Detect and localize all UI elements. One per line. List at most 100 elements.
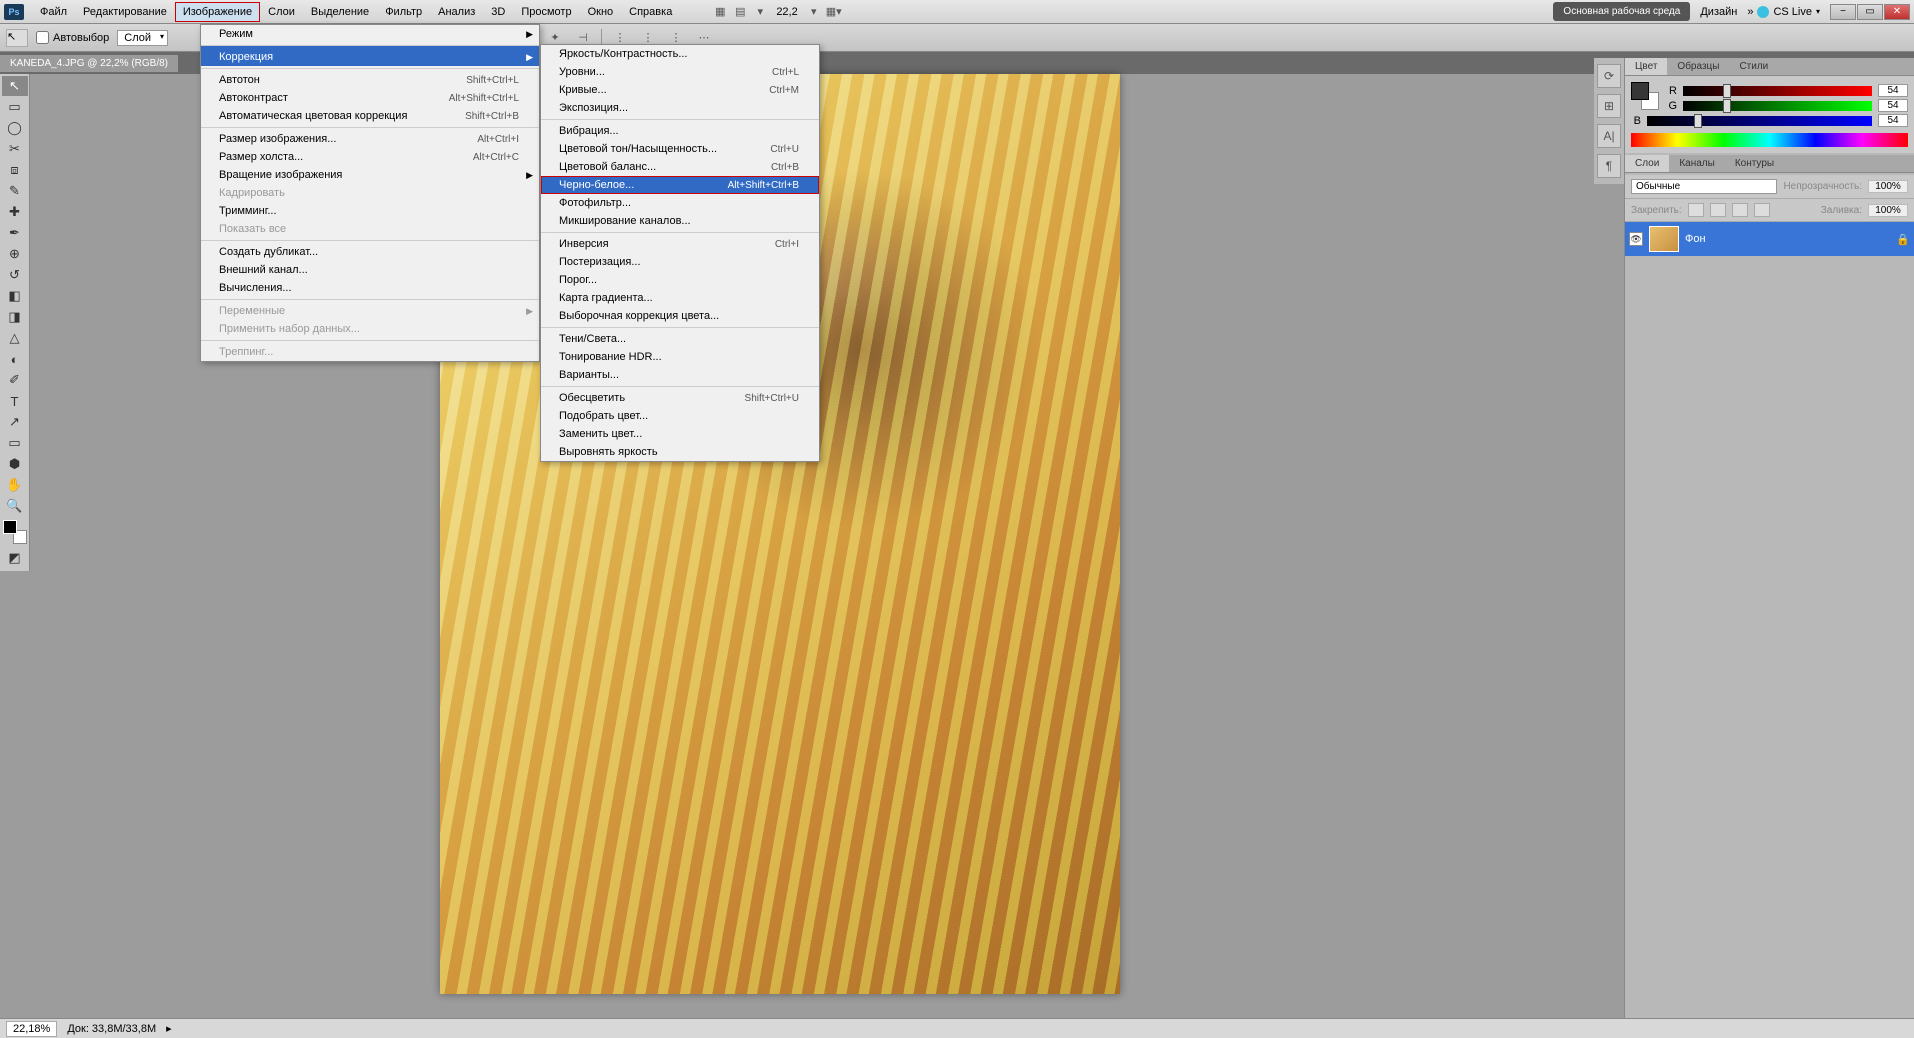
path-tool-icon[interactable]: ↗ [2,412,28,432]
gradient-tool-icon[interactable]: ◨ [2,307,28,327]
menu-item-цветовойбаланс[interactable]: Цветовой баланс...Ctrl+B [541,158,819,176]
menu-view[interactable]: Просмотр [513,2,579,22]
menu-item-коррекция[interactable]: Коррекция▶ [201,45,539,66]
menu-item-размерхолста[interactable]: Размер холста...Alt+Ctrl+C [201,148,539,166]
menu-item-подобратьцвет[interactable]: Подобрать цвет... [541,407,819,425]
menu-layers[interactable]: Слои [260,2,303,22]
menu-filter[interactable]: Фильтр [377,2,430,22]
status-arrow-icon[interactable]: ▸ [166,1022,172,1035]
history-brush-tool-icon[interactable]: ↺ [2,265,28,285]
color-swatch-pair[interactable] [1631,82,1659,110]
menu-item-режим[interactable]: Режим▶ [201,25,539,43]
lock-all-icon[interactable] [1754,203,1770,217]
r-slider[interactable] [1683,86,1872,96]
document-tab[interactable]: KANEDA_4.JPG @ 22,2% (RGB/8) [0,55,178,72]
menu-item-выборочнаякоррекцияцвета[interactable]: Выборочная коррекция цвета... [541,307,819,325]
crop-tool-icon[interactable]: ⧈ [2,160,28,180]
menu-item-картаградиента[interactable]: Карта градиента... [541,289,819,307]
fg-bg-colors[interactable] [3,520,27,544]
fill-value[interactable]: 100% [1868,204,1908,217]
tab-layers[interactable]: Слои [1625,155,1669,172]
pen-tool-icon[interactable]: ✐ [2,370,28,390]
lock-transparency-icon[interactable] [1688,203,1704,217]
autoselect-checkbox[interactable]: Автовыбор [36,31,109,44]
menu-item-чернобелое[interactable]: Черно-белое...Alt+Shift+Ctrl+B [541,176,819,194]
workspace-primary-button[interactable]: Основная рабочая среда [1553,2,1690,21]
menu-image[interactable]: Изображение [175,2,260,22]
menu-file[interactable]: Файл [32,2,75,22]
3d-tool-icon[interactable]: ⬢ [2,454,28,474]
quick-mask-icon[interactable]: ◩ [2,548,28,568]
status-zoom[interactable]: 22,18% [6,1021,57,1037]
move-tool-icon[interactable]: ↖ [2,76,28,96]
menu-analysis[interactable]: Анализ [430,2,483,22]
menu-item-размеризображения[interactable]: Размер изображения...Alt+Ctrl+I [201,127,539,148]
blend-mode-dropdown[interactable]: Обычные [1631,179,1777,194]
menu-item-уровни[interactable]: Уровни...Ctrl+L [541,63,819,81]
menu-item-тонированиеhdr[interactable]: Тонирование HDR... [541,348,819,366]
menu-item-создатьдубликат[interactable]: Создать дубликат... [201,240,539,261]
minimize-button[interactable]: − [1830,4,1856,20]
menu-item-автоконтраст[interactable]: АвтоконтрастAlt+Shift+Ctrl+L [201,89,539,107]
menu-item-выровнятьяркость[interactable]: Выровнять яркость [541,443,819,461]
tab-channels[interactable]: Каналы [1669,155,1725,172]
menu-3d[interactable]: 3D [483,2,513,22]
properties-panel-icon[interactable]: ⊞ [1597,94,1621,118]
close-button[interactable]: ✕ [1884,4,1910,20]
hue-strip[interactable] [1631,133,1908,147]
toolbar-icon[interactable]: ▦ [710,3,730,21]
character-panel-icon[interactable]: A| [1597,124,1621,148]
layer-select-dropdown[interactable]: Слой [117,30,168,46]
menu-window[interactable]: Окно [580,2,622,22]
brush-tool-icon[interactable]: ✒ [2,223,28,243]
history-panel-icon[interactable]: ⟳ [1597,64,1621,88]
menu-item-порог[interactable]: Порог... [541,271,819,289]
menu-item-цветовойтоннасыщенность[interactable]: Цветовой тон/Насыщенность...Ctrl+U [541,140,819,158]
tab-styles[interactable]: Стили [1729,58,1778,75]
menu-item-обесцветить[interactable]: ОбесцветитьShift+Ctrl+U [541,386,819,407]
toolbar-icon[interactable]: ▦▾ [824,3,844,21]
lock-image-icon[interactable] [1710,203,1726,217]
eraser-tool-icon[interactable]: ◧ [2,286,28,306]
lock-position-icon[interactable] [1732,203,1748,217]
workspace-more-icon[interactable]: » [1747,6,1753,18]
cslive-button[interactable]: CS Live▾ [1757,6,1820,18]
menu-item-вращениеизображения[interactable]: Вращение изображения▶ [201,166,539,184]
menu-item-экспозиция[interactable]: Экспозиция... [541,99,819,117]
eyedropper-tool-icon[interactable]: ✎ [2,181,28,201]
menu-item-яркостьконтрастность[interactable]: Яркость/Контрастность... [541,45,819,63]
zoom-tool-icon[interactable]: 🔍 [2,496,28,516]
menu-edit[interactable]: Редактирование [75,2,175,22]
visibility-eye-icon[interactable]: 👁 [1629,232,1643,246]
g-value[interactable]: 54 [1878,99,1908,112]
menu-item-тримминг[interactable]: Тримминг... [201,202,539,220]
menu-item-тенисвета[interactable]: Тени/Света... [541,327,819,348]
shape-tool-icon[interactable]: ▭ [2,433,28,453]
menu-help[interactable]: Справка [621,2,680,22]
move-tool-preset-icon[interactable]: ↖ [6,29,28,47]
layer-row[interactable]: 👁 Фон 🔒 [1625,222,1914,256]
menu-item-автоматическаяцветоваякоррекция[interactable]: Автоматическая цветовая коррекцияShift+C… [201,107,539,125]
zoom-level[interactable]: 22,2 [770,4,803,20]
dodge-tool-icon[interactable]: ◐ [2,349,28,369]
menu-item-внешнийканал[interactable]: Внешний канал... [201,261,539,279]
quick-select-tool-icon[interactable]: ✂ [2,139,28,159]
lasso-tool-icon[interactable]: ◯ [2,118,28,138]
menu-item-фотофильтр[interactable]: Фотофильтр... [541,194,819,212]
menu-select[interactable]: Выделение [303,2,377,22]
tab-color[interactable]: Цвет [1625,58,1667,75]
menu-item-заменитьцвет[interactable]: Заменить цвет... [541,425,819,443]
toolbar-icon[interactable]: ▾ [750,3,770,21]
menu-item-микшированиеканалов[interactable]: Микширование каналов... [541,212,819,230]
heal-tool-icon[interactable]: ✚ [2,202,28,222]
stamp-tool-icon[interactable]: ⊕ [2,244,28,264]
b-value[interactable]: 54 [1878,114,1908,127]
menu-item-постеризация[interactable]: Постеризация... [541,253,819,271]
toolbar-icon[interactable]: ▾ [804,3,824,21]
menu-item-вычисления[interactable]: Вычисления... [201,279,539,297]
toolbar-icon[interactable]: ▤ [730,3,750,21]
menu-item-вибрация[interactable]: Вибрация... [541,119,819,140]
menu-item-кривые[interactable]: Кривые...Ctrl+M [541,81,819,99]
b-slider[interactable] [1647,116,1872,126]
opacity-value[interactable]: 100% [1868,180,1908,193]
